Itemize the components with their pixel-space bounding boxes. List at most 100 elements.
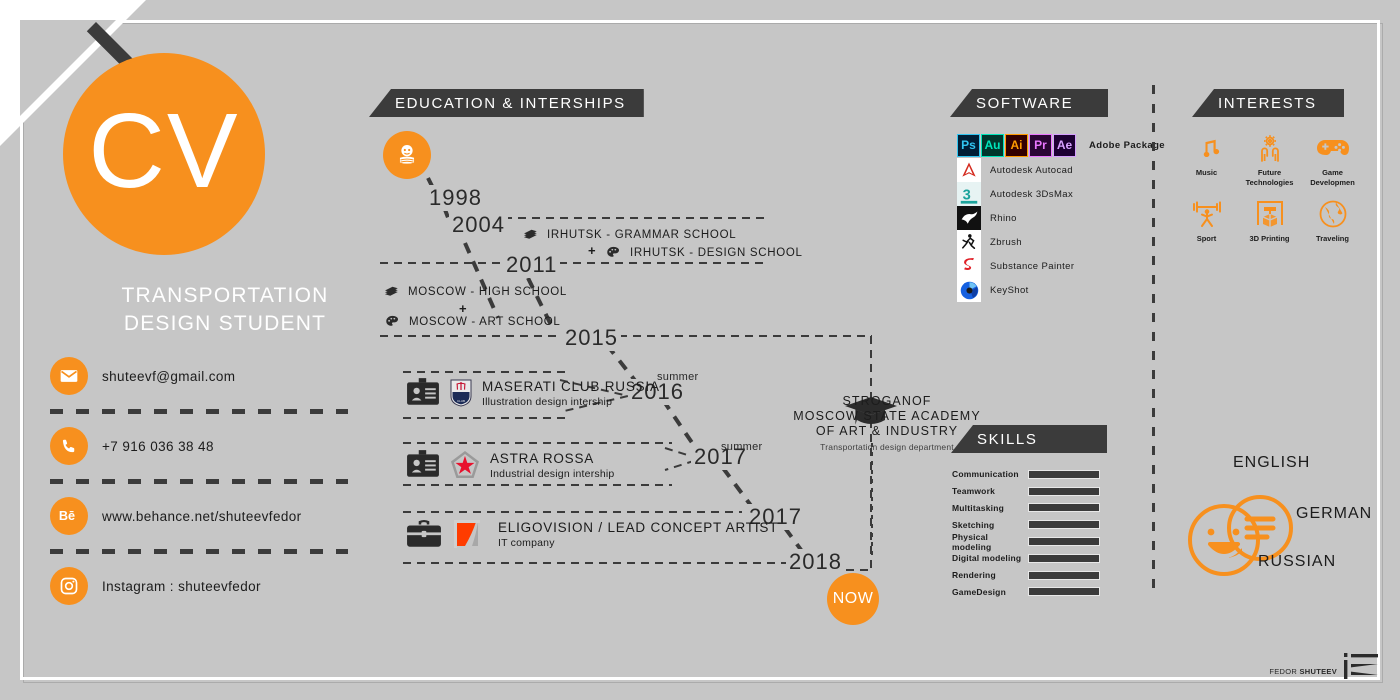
education-item-2-label: MOSCOW - HIGH SCHOOL <box>408 286 568 298</box>
phone-icon <box>50 427 88 465</box>
contact-behance-value: www.behance.net/shuteevfedor <box>102 508 302 524</box>
keyshot-icon <box>957 278 981 302</box>
id-card-icon <box>407 378 439 405</box>
section-banner-interests: INTERESTS <box>1192 89 1344 117</box>
education-item-0-label: IRHUTSK - GRAMMAR SCHOOL <box>547 229 737 241</box>
behance-icon: Bē <box>50 497 88 535</box>
software-item-autocad-label: Autodesk Autocad <box>990 164 1073 176</box>
skill-row: Communication <box>952 466 1112 483</box>
section-banner-education: EDUCATION & INTERSHIPS <box>369 89 644 117</box>
skill-row: Teamwork <box>952 483 1112 500</box>
contact-list: shuteevf@gmail.com +7 916 036 38 48 Bē w… <box>50 357 360 605</box>
internship-1: ASTRA ROSSA Industrial design intership <box>406 450 614 480</box>
contact-email-value: shuteevf@gmail.com <box>102 368 236 384</box>
interest-item-music: Music <box>1175 130 1238 187</box>
section-banner-skills-label: SKILLS <box>977 430 1038 448</box>
weightlift-icon <box>1175 196 1238 232</box>
interest-item-music-label: Music <box>1195 168 1218 177</box>
palette-icon <box>386 315 399 326</box>
signature-name: SHUTEEV <box>1299 667 1337 676</box>
skill-track <box>1028 537 1100 547</box>
skill-label: Digital modeling <box>952 553 1022 564</box>
internship-1-text: ASTRA ROSSA Industrial design intership <box>490 451 614 480</box>
photoshop-icon: Ps <box>957 133 980 157</box>
software-item-3dsmax: 3 Autodesk 3DsMax <box>957 182 1165 206</box>
contact-divider <box>50 409 348 414</box>
skill-row: Multitasking <box>952 500 1112 517</box>
3dsmax-icon: 3 <box>957 182 981 206</box>
software-item-zbrush: Zbrush <box>957 230 1165 254</box>
internship-2-text: ELIGOVISION / LEAD CONCEPT ARTIST IT com… <box>498 520 778 549</box>
contact-phone[interactable]: +7 916 036 38 48 <box>50 427 360 465</box>
timeline-year-2015: 2015 <box>562 325 621 351</box>
substance-painter-icon <box>957 254 981 278</box>
tech-icon <box>1238 130 1301 166</box>
internship-1-role: Industrial design intership <box>490 467 615 480</box>
contact-email[interactable]: shuteevf@gmail.com <box>50 357 360 395</box>
software-item-zbrush-label: Zbrush <box>990 236 1022 248</box>
subtitle-line-2: DESIGN STUDENT <box>123 312 327 335</box>
signature-logo-icon <box>1344 651 1378 686</box>
skill-track <box>1028 553 1100 563</box>
printer3d-icon <box>1238 196 1301 232</box>
id-card-icon <box>407 450 439 477</box>
software-item-3dsmax-label: Autodesk 3DsMax <box>990 188 1074 200</box>
education-item-3: MOSCOW - ART SCHOOL <box>383 313 561 330</box>
books-icon <box>524 229 537 239</box>
svg-text:Bē: Bē <box>59 509 75 523</box>
skill-row: Rendering <box>952 567 1112 584</box>
internship-2-company: ELIGOVISION / LEAD CONCEPT ARTIST <box>498 519 779 535</box>
software-item-keyshot: KeyShot <box>957 278 1165 302</box>
cv-badge-label: CV <box>88 92 240 210</box>
premiere-icon: Pr <box>1029 133 1052 157</box>
cv-badge: CV <box>63 53 265 255</box>
timeline-year-2011: 2011 <box>503 252 561 278</box>
software-item-substance: Substance Painter <box>957 254 1165 278</box>
subtitle-line-1: TRANSPORTATION <box>121 284 329 307</box>
aftereffects-icon: Ae <box>1053 133 1076 157</box>
education-item-3-label: MOSCOW - ART SCHOOL <box>409 315 561 328</box>
eligovision-icon <box>454 520 480 548</box>
signature: FEDOR SHUTEEV <box>1269 667 1337 676</box>
university-line-2: MOSCOW STATE ACADEMY <box>793 409 981 423</box>
instagram-icon <box>50 567 88 605</box>
interest-item-traveling: Traveling <box>1301 196 1364 244</box>
interest-item-sport: Sport <box>1175 196 1238 244</box>
skill-track <box>1028 570 1100 580</box>
section-banner-software: SOFTWARE <box>950 89 1108 117</box>
section-banner-education-label: EDUCATION & INTERSHIPS <box>395 94 626 112</box>
education-item-1-label: IRHUTSK - DESIGN SCHOOL <box>630 246 803 259</box>
skill-track <box>1028 469 1100 479</box>
interest-item-tech: Future Technologies <box>1238 130 1301 187</box>
internship-2: ELIGOVISION / LEAD CONCEPT ARTIST IT com… <box>406 518 778 550</box>
music-icon <box>1175 130 1238 166</box>
vertical-divider <box>1152 85 1155 597</box>
contact-divider <box>50 479 348 484</box>
star-icon <box>451 451 479 478</box>
internship-1-company: ASTRA ROSSA <box>490 450 595 466</box>
section-banner-software-label: SOFTWARE <box>976 94 1074 112</box>
software-item-rhino-label: Rhino <box>990 212 1017 224</box>
timeline-year-2004: 2004 <box>449 212 508 238</box>
software-adobe-row: Ps Au Ai Pr Ae Adobe Package <box>957 132 1165 158</box>
internship-2-role: IT company <box>498 536 555 549</box>
software-item-keyshot-label: KeyShot <box>990 284 1029 296</box>
timeline-now-marker: NOW <box>827 573 879 625</box>
software-item-autocad: Autodesk Autocad <box>957 158 1165 182</box>
gamepad-icon <box>1301 130 1364 166</box>
contact-divider <box>50 549 348 554</box>
contact-instagram[interactable]: Instagram : shuteevfedor <box>50 567 360 605</box>
internship-0: CLUB MASERATI CLUB RUSSIA Illustration d… <box>406 378 660 408</box>
interest-item-gamedev-label: Game Developmen <box>1310 168 1355 187</box>
skill-row: GameDesign <box>952 584 1112 601</box>
internship-0-text: MASERATI CLUB RUSSIA Illustration design… <box>482 379 660 408</box>
education-plus-0: + <box>588 243 596 258</box>
email-icon <box>50 357 88 395</box>
contact-behance[interactable]: Bē www.behance.net/shuteevfedor <box>50 497 360 535</box>
timeline-now-label: NOW <box>832 590 874 607</box>
signature-prefix: FEDOR <box>1269 667 1300 676</box>
language-russian: RUSSIAN <box>1258 553 1337 570</box>
globe-icon <box>1301 196 1364 232</box>
maserati-icon: CLUB <box>450 379 472 407</box>
skills-chart: Communication Teamwork Multitasking Sket… <box>952 466 1112 600</box>
